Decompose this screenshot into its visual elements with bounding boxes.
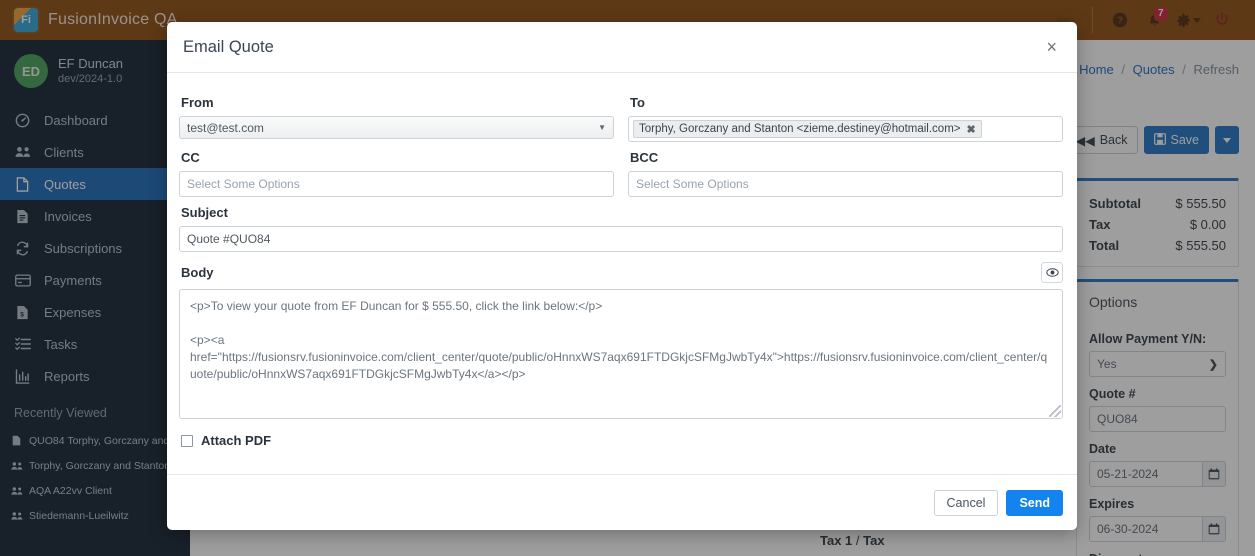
to-label: To [630,95,1063,110]
subject-input[interactable]: Quote #QUO84 [179,226,1063,252]
recipient-tag[interactable]: Torphy, Gorczany and Stanton <zieme.dest… [633,120,982,138]
cc-placeholder: Select Some Options [187,177,300,191]
eye-icon[interactable] [1041,262,1063,283]
attach-pdf-row: Attach PDF [181,433,1065,448]
subject-group: Subject Quote #QUO84 [179,205,1063,252]
bcc-placeholder: Select Some Options [636,177,749,191]
subject-value: Quote #QUO84 [187,232,270,246]
from-label: From [181,95,614,110]
send-button[interactable]: Send [1006,490,1063,516]
to-input[interactable]: Torphy, Gorczany and Stanton <zieme.dest… [628,116,1063,142]
body-line-2: <p><a [190,332,1052,349]
bcc-input[interactable]: Select Some Options [628,171,1063,197]
chevron-down-icon: ▼ [598,123,606,132]
resize-handle-icon[interactable] [1049,405,1061,417]
cc-bcc-row: CC Select Some Options BCC Select Some O… [179,142,1065,197]
from-value: test@test.com [187,121,264,135]
cc-label: CC [181,150,614,165]
email-quote-modal: Email Quote × From test@test.com ▼ To To… [167,22,1077,530]
bcc-group: BCC Select Some Options [628,142,1063,197]
body-line-3: href="https://fusionsrv.fusioninvoice.co… [190,349,1052,383]
modal-header: Email Quote × [167,22,1077,73]
body-textarea[interactable]: <p>To view your quote from EF Duncan for… [179,289,1063,419]
cc-input[interactable]: Select Some Options [179,171,614,197]
close-icon[interactable]: × [1042,36,1061,58]
subject-label: Subject [181,205,1063,220]
modal-footer: Cancel Send [167,474,1077,530]
cancel-button[interactable]: Cancel [934,490,999,516]
from-to-row: From test@test.com ▼ To Torphy, Gorczany… [179,87,1065,142]
body-line-1: <p>To view your quote from EF Duncan for… [190,298,1052,315]
from-select[interactable]: test@test.com ▼ [179,116,614,139]
attach-pdf-checkbox[interactable] [181,435,193,447]
from-group: From test@test.com ▼ [179,87,614,142]
attach-pdf-label: Attach PDF [201,433,271,448]
bcc-label: BCC [630,150,1063,165]
body-blank-line [190,315,1052,332]
page-title: Email Quote [183,38,274,57]
body-group: Body <p>To view your quote from EF Dunca… [179,262,1063,419]
remove-tag-icon[interactable]: ✖ [966,123,975,136]
recipient-tag-label: Torphy, Gorczany and Stanton <zieme.dest… [639,123,960,135]
modal-body: From test@test.com ▼ To Torphy, Gorczany… [167,73,1077,474]
body-header: Body [181,262,1063,283]
to-group: To Torphy, Gorczany and Stanton <zieme.d… [628,87,1063,142]
body-label: Body [181,265,214,280]
app-root: FusionInvoice QA aws ? 7 ED [0,0,1255,556]
cc-group: CC Select Some Options [179,142,614,197]
